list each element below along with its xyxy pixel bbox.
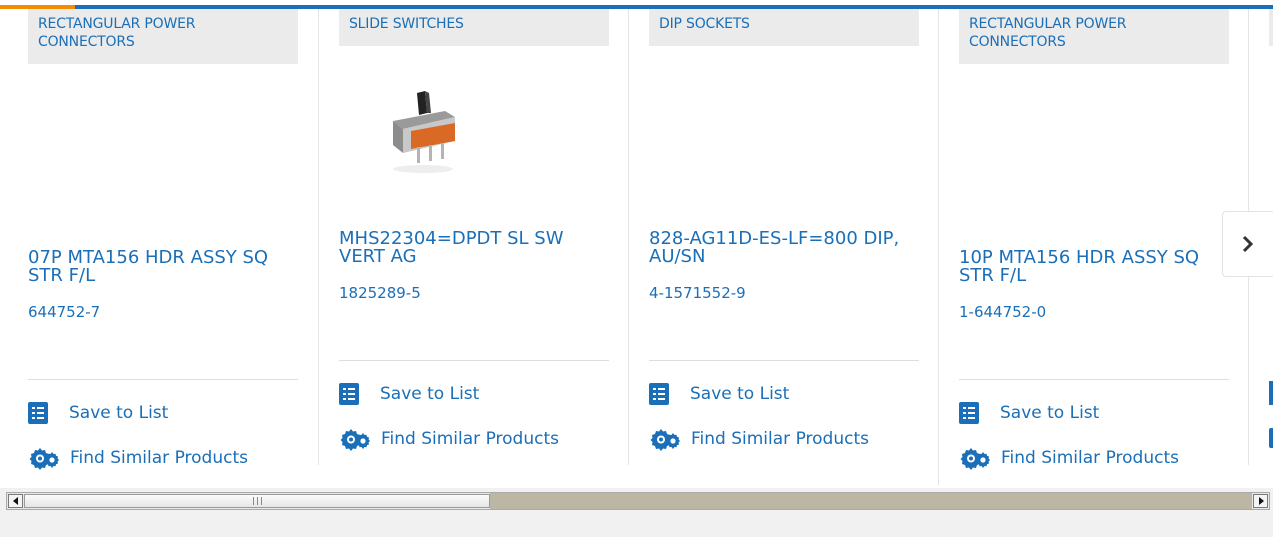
divider-line bbox=[959, 379, 1229, 380]
part-number[interactable]: 1825289-5 bbox=[339, 284, 421, 302]
gear-icon bbox=[960, 448, 990, 470]
divider-line bbox=[649, 360, 919, 361]
part-number[interactable]: 644752-7 bbox=[28, 303, 100, 321]
category-label[interactable]: RECTANGULAR POWER CONNECTORS bbox=[28, 9, 298, 64]
gear-icon bbox=[340, 429, 370, 451]
product-image[interactable] bbox=[383, 87, 463, 177]
save-to-list-label: Save to List bbox=[380, 384, 480, 404]
card-divider bbox=[628, 9, 629, 465]
scroll-left-button[interactable] bbox=[8, 494, 23, 508]
list-icon bbox=[28, 402, 48, 424]
grip-icon bbox=[252, 497, 262, 505]
save-to-list-button[interactable]: Save to List bbox=[959, 401, 1099, 425]
divider-line bbox=[339, 360, 609, 361]
product-card: RECTANGULAR POWER CONNECTORS 07P MTA156 … bbox=[28, 9, 298, 470]
scroll-right-button[interactable] bbox=[1253, 494, 1268, 508]
find-similar-label: Find Similar Products bbox=[381, 429, 559, 449]
part-number[interactable]: 1-644752-0 bbox=[959, 303, 1046, 321]
product-carousel: RECTANGULAR POWER CONNECTORS 07P MTA156 … bbox=[0, 0, 1273, 488]
product-title[interactable]: 10P MTA156 HDR ASSY SQ STR F/L bbox=[959, 249, 1229, 285]
product-card: RECTANGULAR POWER CONNECTORS 10P MTA156 … bbox=[959, 9, 1229, 470]
find-similar-label: Find Similar Products bbox=[691, 429, 869, 449]
card-divider bbox=[318, 9, 319, 465]
carousel-next-button[interactable] bbox=[1222, 211, 1273, 277]
save-to-list-button[interactable]: Save to List bbox=[649, 382, 789, 406]
product-card: DIP SOCKETS 828-AG11D-ES-LF=800 DIP, AU/… bbox=[649, 9, 919, 469]
part-number[interactable]: 4-1571552-9 bbox=[649, 284, 746, 302]
card-divider bbox=[938, 9, 939, 485]
gear-icon bbox=[29, 448, 59, 470]
find-similar-button[interactable]: Find Similar Products bbox=[649, 427, 869, 451]
horizontal-scrollbar[interactable] bbox=[6, 492, 1270, 510]
product-title[interactable]: MHS22304=DPDT SL SW VERT AG bbox=[339, 230, 609, 266]
category-label[interactable]: DIP SOCKETS bbox=[649, 9, 919, 46]
next-card-gear-icon bbox=[1269, 428, 1273, 448]
category-label[interactable]: SLIDE SWITCHES bbox=[339, 9, 609, 46]
scrollbar-thumb[interactable] bbox=[24, 494, 490, 508]
find-similar-button[interactable]: Find Similar Products bbox=[959, 446, 1179, 470]
product-title[interactable]: 828-AG11D-ES-LF=800 DIP, AU/SN bbox=[649, 230, 919, 266]
carousel-progress-bar bbox=[0, 0, 1273, 9]
find-similar-button[interactable]: Find Similar Products bbox=[28, 446, 248, 470]
list-icon bbox=[649, 383, 669, 405]
category-label[interactable]: RECTANGULAR POWER CONNECTORS bbox=[959, 9, 1229, 64]
arrow-right-icon bbox=[1258, 497, 1264, 505]
save-to-list-label: Save to List bbox=[1000, 403, 1100, 423]
find-similar-label: Find Similar Products bbox=[70, 448, 248, 468]
scrollbar-track[interactable] bbox=[490, 493, 1252, 509]
divider-line bbox=[28, 379, 298, 380]
next-card-list-icon bbox=[1269, 381, 1273, 405]
save-to-list-button[interactable]: Save to List bbox=[28, 401, 168, 425]
list-icon bbox=[339, 383, 359, 405]
save-to-list-label: Save to List bbox=[690, 384, 790, 404]
save-to-list-button[interactable]: Save to List bbox=[339, 382, 479, 406]
list-icon bbox=[959, 402, 979, 424]
find-similar-button[interactable]: Find Similar Products bbox=[339, 427, 559, 451]
chevron-right-icon bbox=[1242, 235, 1254, 253]
product-title[interactable]: 07P MTA156 HDR ASSY SQ STR F/L bbox=[28, 249, 298, 285]
arrow-left-icon bbox=[12, 497, 18, 505]
save-to-list-label: Save to List bbox=[69, 403, 169, 423]
next-card-peek bbox=[1269, 9, 1273, 46]
gear-icon bbox=[650, 429, 680, 451]
find-similar-label: Find Similar Products bbox=[1001, 448, 1179, 468]
product-card: SLIDE SWITCHES MHS22304=DPDT SL SW VERT … bbox=[339, 9, 609, 469]
